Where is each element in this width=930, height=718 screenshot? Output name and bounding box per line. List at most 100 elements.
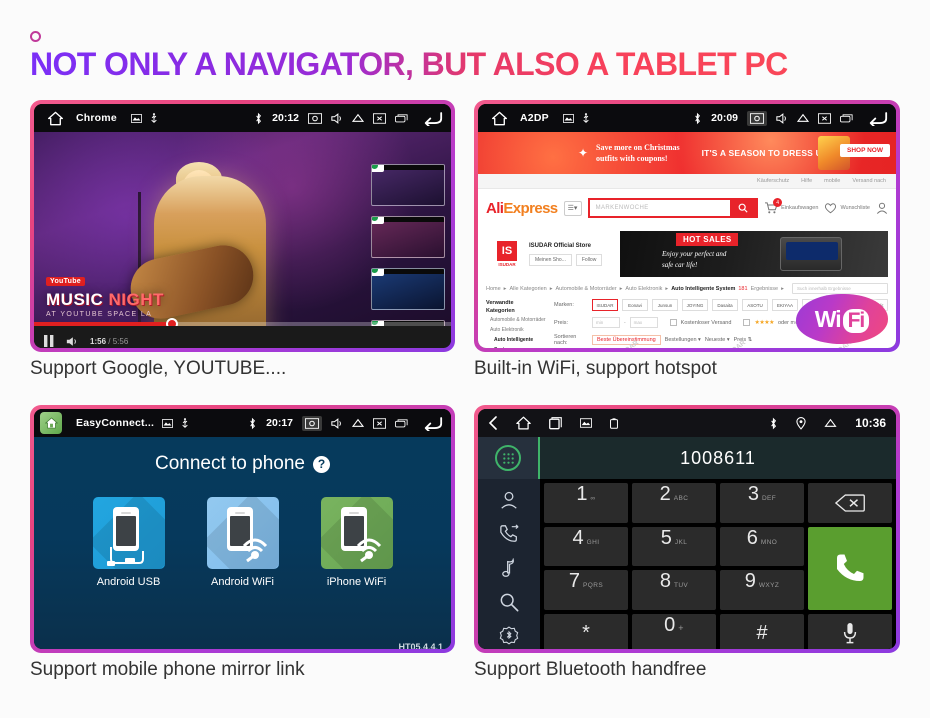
volume-icon[interactable] (776, 112, 788, 124)
key-5[interactable]: 5 JKL (632, 526, 716, 566)
follow-store-button[interactable]: Follow (575, 253, 603, 266)
brand-chip[interactable]: EKIYAA (772, 299, 798, 311)
search-icon[interactable] (499, 592, 519, 612)
wishlist-button[interactable]: Wunschliste (824, 202, 870, 214)
home-icon[interactable] (516, 416, 531, 430)
sidebar-heading: Verwandte Kategorien (486, 300, 515, 314)
nav-item-buyer-protection[interactable]: Käuferschutz (757, 178, 789, 184)
screen-off-icon[interactable] (373, 417, 386, 429)
search-bar[interactable]: MARKENWOCHE (587, 198, 759, 218)
music-icon[interactable] (501, 558, 518, 578)
aliexpress-logo[interactable]: AliExpress (486, 200, 558, 217)
inner-search-input[interactable]: Such innerhalb Ergebnisse (792, 283, 888, 294)
list-item[interactable] (371, 268, 445, 310)
screenshot-icon[interactable] (747, 110, 767, 126)
sidebar-item-auto-moto[interactable]: Automobile & Motorräder (486, 315, 548, 325)
help-icon[interactable]: ? (313, 455, 330, 473)
call-button[interactable] (808, 526, 892, 610)
brand-chip[interactable]: Junsun (652, 299, 678, 311)
youtube-video-frame[interactable]: YouTube MUSIC NIGHT AT YOUTUBE SPACE LA (34, 132, 451, 348)
eject-icon[interactable] (352, 418, 364, 428)
brand-chip[interactable]: JOYING (682, 299, 708, 311)
call-log-icon[interactable] (499, 524, 520, 544)
window-icon[interactable] (395, 418, 408, 428)
user-icon (876, 202, 888, 214)
sort-option-best-match[interactable]: Beste Übereinstimmung (592, 335, 661, 345)
key-0[interactable]: 0 + (632, 613, 716, 649)
screen-off-icon[interactable] (373, 112, 386, 124)
brand-chip[interactable]: ASOTU (742, 299, 768, 311)
key-star[interactable]: * (544, 613, 628, 649)
list-item[interactable] (371, 164, 445, 206)
screenshot-icon[interactable] (308, 112, 322, 124)
option-iphone-wifi[interactable]: iPhone WiFi (320, 497, 393, 588)
key-4[interactable]: 4 GHI (544, 526, 628, 566)
price-min-input[interactable]: min (592, 317, 620, 328)
search-input[interactable]: MARKENWOCHE (590, 205, 731, 211)
key-1[interactable]: 1 ∞ (544, 483, 628, 523)
rating-checkbox[interactable] (743, 319, 751, 326)
brand-chip[interactable]: Eonavi (622, 299, 648, 311)
store-banner[interactable]: IS ISUDAR ISUDAR Official Store Meinen S… (486, 231, 888, 277)
backspace-button[interactable] (808, 483, 892, 523)
sidebar-item-dialpad[interactable] (478, 437, 540, 479)
window-icon[interactable] (395, 113, 408, 123)
shop-now-button[interactable]: SHOP NOW (840, 144, 890, 157)
breadcrumb-item-auto[interactable]: Automobile & Motorräder (556, 286, 617, 292)
key-3[interactable]: 3 DEF (720, 483, 804, 523)
category-menu-button[interactable]: ☰▾ (563, 200, 582, 216)
contacts-icon[interactable] (499, 490, 519, 510)
key-9[interactable]: 9 WXYZ (720, 570, 804, 610)
voice-input-button[interactable] (808, 613, 892, 649)
list-item[interactable] (371, 216, 445, 258)
sort-option-newest[interactable]: Neueste ▾ (705, 337, 730, 343)
brand-chip[interactable]: Dasaita (712, 299, 738, 311)
recents-icon[interactable] (549, 416, 562, 430)
eject-icon[interactable] (797, 113, 809, 123)
option-android-wifi[interactable]: Android WiFi (206, 497, 279, 588)
nav-item-help[interactable]: Hilfe (801, 178, 812, 184)
back-icon[interactable] (423, 416, 443, 431)
promo-banner[interactable]: ✦ Save more on Christmas outfits with co… (478, 132, 896, 174)
volume-icon[interactable] (331, 112, 343, 124)
breadcrumb-item-electronics[interactable]: Auto Elektronik (625, 286, 662, 292)
home-icon[interactable] (34, 111, 76, 126)
option-android-usb[interactable]: Android USB (92, 497, 165, 588)
back-icon[interactable] (488, 416, 498, 430)
home-icon[interactable] (478, 111, 520, 126)
volume-icon[interactable] (331, 417, 343, 429)
visit-store-button[interactable]: Meinen Sho... (529, 253, 572, 266)
video-volume-icon[interactable] (66, 336, 78, 347)
breadcrumb-result-count: 181 (738, 285, 748, 292)
eject-icon[interactable] (352, 113, 364, 123)
brand-chip[interactable]: ISUDAR (592, 299, 618, 311)
screen-off-icon[interactable] (818, 112, 831, 124)
back-icon[interactable] (868, 111, 888, 126)
cart-button[interactable]: Einkaufswagen 4 (764, 198, 818, 214)
nav-item-ship-to[interactable]: Versand nach (852, 178, 886, 184)
sidebar-item-intelligent-systems[interactable]: Auto Intelligente Systems (486, 335, 548, 348)
price-max-input[interactable]: max (629, 317, 658, 328)
search-icon[interactable] (730, 200, 757, 216)
dialed-number-display[interactable]: 1008611 (540, 437, 896, 479)
key-hash[interactable]: # (720, 613, 804, 649)
free-shipping-checkbox[interactable] (669, 319, 677, 326)
sidebar-item-auto-electronics[interactable]: Auto Elektronik (486, 325, 548, 335)
key-6[interactable]: 6 MNO (720, 526, 804, 566)
sort-option-orders[interactable]: Bestellungen ▾ (665, 337, 701, 343)
breadcrumb: Home ▸ Alle Kategorien ▸ Automobile & Moto… (486, 283, 888, 294)
window-icon[interactable] (840, 113, 853, 123)
key-8[interactable]: 8 TUV (632, 570, 716, 610)
breadcrumb-item-categories[interactable]: Alle Kategorien (509, 286, 546, 292)
key-2[interactable]: 2 ABC (632, 483, 716, 523)
account-button[interactable] (876, 202, 888, 214)
bluetooth-settings-icon[interactable] (499, 626, 519, 646)
screenshot-icon[interactable] (302, 415, 322, 431)
breadcrumb-item-home[interactable]: Home (486, 286, 501, 292)
pause-button[interactable] (44, 335, 54, 347)
home-icon[interactable] (40, 412, 62, 434)
store-logo: IS ISUDAR (490, 241, 524, 267)
back-icon[interactable] (423, 111, 443, 126)
nav-item-mobile[interactable]: mobile (824, 178, 840, 184)
key-7[interactable]: 7 PQRS (544, 570, 628, 610)
